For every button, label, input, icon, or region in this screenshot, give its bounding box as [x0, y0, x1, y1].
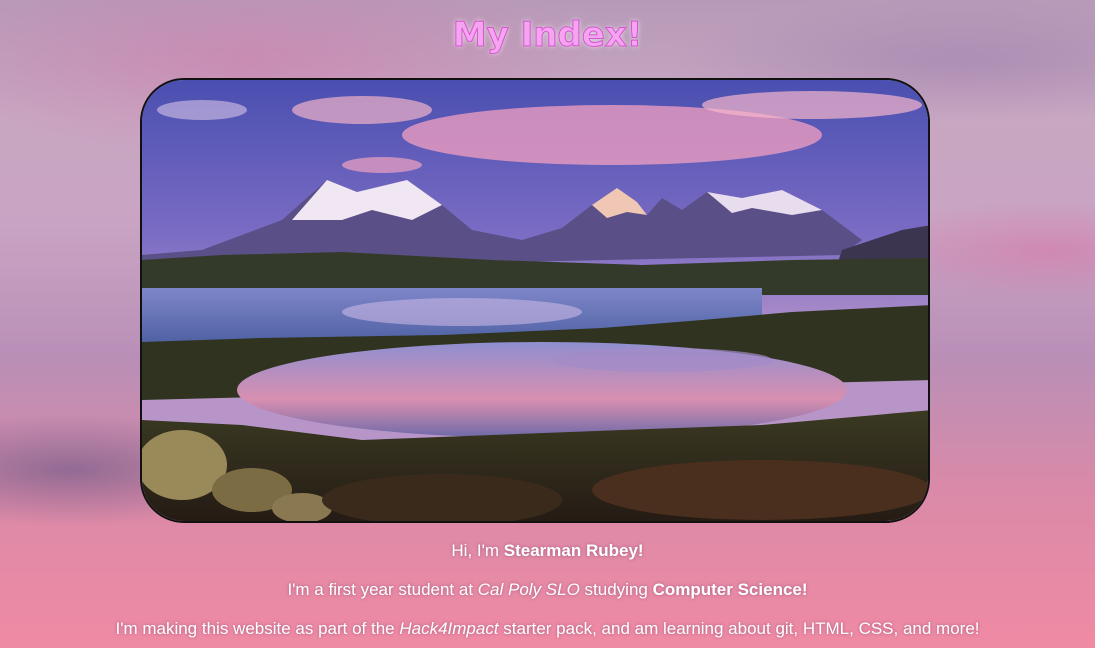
intro-line-project: I'm making this website as part of the H… [0, 618, 1095, 640]
author-name: Stearman Rubey! [503, 541, 644, 560]
intro-line-school: I'm a first year student at Cal Poly SLO… [0, 579, 1095, 601]
major-name: Computer Science! [652, 580, 808, 599]
page: My Index! Hi, I'm Stearman Rubey! I'm a … [0, 0, 1095, 648]
mountain-lake-photo [142, 80, 928, 521]
project-prefix: I'm making this website as part of the [115, 619, 400, 638]
school-name: Cal Poly SLO [477, 580, 580, 599]
page-title: My Index! [452, 15, 643, 56]
hero-image [140, 78, 930, 523]
school-middle: studying [579, 580, 653, 599]
intro-line-greeting: Hi, I'm Stearman Rubey! [0, 540, 1095, 562]
school-prefix: I'm a first year student at [287, 580, 478, 599]
project-suffix: starter pack, and am learning about git,… [498, 619, 980, 638]
greeting-prefix: Hi, I'm [451, 541, 504, 560]
program-name: Hack4Impact [399, 619, 499, 638]
